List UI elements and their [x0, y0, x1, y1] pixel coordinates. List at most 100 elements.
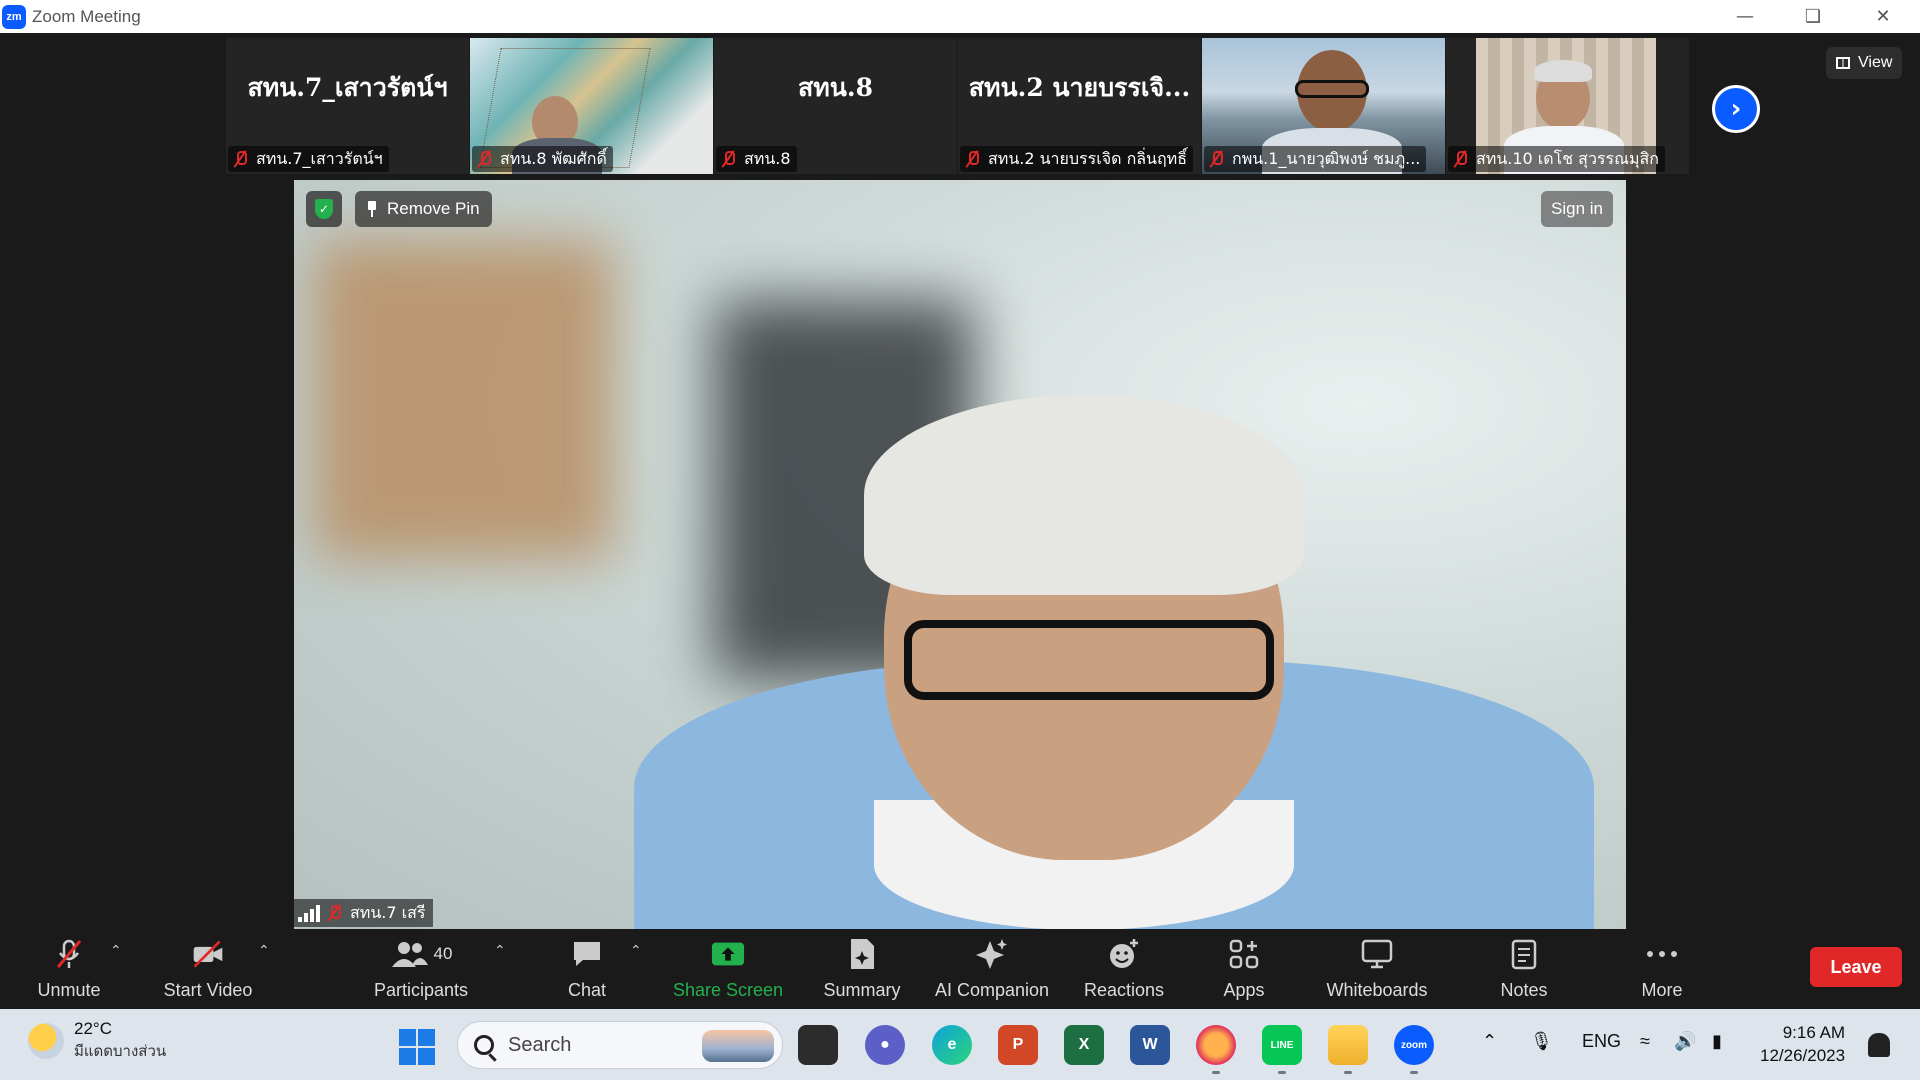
participant-tile[interactable]: สทน.8 พัฒศักดิ์	[470, 38, 714, 174]
participant-tile[interactable]: สทน.2 นายบรรเจิ... สทน.2 นายบรรเจิด กลิ่…	[958, 38, 1202, 174]
participant-display-name: สทน.2 นายบรรเจิ...	[968, 73, 1191, 102]
running-indicator	[1212, 1071, 1220, 1074]
excel-icon[interactable]: X	[1064, 1025, 1104, 1065]
chat-options-caret-icon[interactable]: ⌃	[630, 943, 642, 959]
window-title: Zoom Meeting	[32, 6, 141, 26]
restore-icon[interactable]: ❏	[1778, 0, 1848, 33]
participant-caption: สทน.7_เสาวรัตน์ฯ	[228, 146, 389, 172]
volume-icon[interactable]: 🔊	[1674, 1031, 1696, 1052]
windows-start-icon[interactable]	[399, 1029, 435, 1065]
mic-muted-icon	[232, 150, 248, 168]
teams-chat-icon[interactable]: ●	[865, 1025, 905, 1065]
participants-label: Participants	[373, 980, 469, 1000]
active-speaker-caption: สทน.7 เสรี	[294, 899, 434, 927]
word-icon[interactable]: W	[1130, 1025, 1170, 1065]
apps-label: Apps	[1223, 980, 1265, 1000]
participant-name: สทน.7_เสาวรัตน์ฯ	[256, 148, 383, 168]
mic-off-icon	[52, 937, 86, 971]
view-label: View	[1858, 54, 1893, 71]
leave-button[interactable]: Leave	[1810, 947, 1902, 987]
sparkle-icon	[975, 937, 1009, 971]
next-page-chevron-icon[interactable]: ›	[1712, 85, 1760, 133]
whiteboard-icon	[1360, 937, 1394, 971]
start-video-label: Start Video	[163, 980, 253, 1000]
gallery-grid-icon	[1836, 57, 1850, 69]
participant-caption: สทน.2 นายบรรเจิด กลิ่นฤทธิ์	[960, 146, 1193, 172]
participant-caption: สทน.8 พัฒศักดิ์	[472, 146, 613, 172]
pin-icon	[367, 201, 377, 217]
participant-display-name: สทน.7_เสาวรัตน์ฯ	[247, 73, 448, 102]
gallery-strip: สทน.7_เสาวรัตน์ฯ สทน.7_เสาวรัตน์ฯ สทน.8 …	[226, 38, 1694, 174]
battery-icon[interactable]: ▮	[1712, 1031, 1722, 1052]
audio-options-caret-icon[interactable]: ⌃	[110, 943, 122, 959]
active-speaker-video[interactable]	[294, 180, 1626, 929]
notes-button[interactable]: Notes	[1488, 929, 1560, 1009]
clock-date: 12/26/2023	[1760, 1046, 1846, 1065]
summary-label: Summary	[823, 980, 901, 1000]
more-label: More	[1641, 980, 1683, 1000]
chat-bubble-icon	[570, 937, 604, 971]
running-indicator	[1344, 1071, 1352, 1074]
shield-check-icon: ✓	[315, 199, 333, 219]
mic-muted-icon	[476, 150, 492, 168]
share-screen-icon	[711, 937, 745, 971]
file-explorer-icon[interactable]	[1328, 1025, 1368, 1065]
participant-tile[interactable]: สทน.7_เสาวรัตน์ฯ สทน.7_เสาวรัตน์ฯ	[226, 38, 470, 174]
participant-display-name: สทน.8	[798, 73, 873, 102]
notification-bell-icon[interactable]	[1868, 1033, 1890, 1057]
speaker-glasses	[904, 620, 1274, 700]
encryption-badge[interactable]: ✓	[306, 191, 342, 227]
notes-label: Notes	[1500, 980, 1548, 1000]
participants-button[interactable]: 40 Participants	[368, 929, 474, 1009]
summary-button[interactable]: Summary	[814, 929, 910, 1009]
search-highlight-image	[702, 1030, 774, 1062]
show-hidden-icons-chevron-icon[interactable]: ⌃	[1482, 1031, 1497, 1052]
share-screen-button[interactable]: Share Screen	[668, 929, 788, 1009]
firefox-icon[interactable]	[1196, 1025, 1236, 1065]
microphone-icon[interactable]: 🎙	[1530, 1031, 1553, 1052]
background-blur	[314, 240, 614, 560]
sign-in-button[interactable]: Sign in	[1541, 191, 1613, 227]
reactions-button[interactable]: Reactions	[1076, 929, 1172, 1009]
participant-tile[interactable]: สทน.8 สทน.8	[714, 38, 958, 174]
participant-caption: กพน.1_นายวุฒิพงษ์ ชมภู...	[1204, 146, 1427, 172]
input-language[interactable]: ENG	[1582, 1031, 1621, 1052]
participants-count: 40	[433, 944, 453, 963]
wifi-icon[interactable]: ≈	[1640, 1031, 1650, 1052]
notes-icon	[1507, 937, 1541, 971]
title-bar: zm Zoom Meeting — ❏ ✕	[0, 0, 1920, 33]
line-app-icon[interactable]: LINE	[1262, 1025, 1302, 1065]
close-icon[interactable]: ✕	[1848, 0, 1918, 33]
ai-companion-button[interactable]: AI Companion	[930, 929, 1054, 1009]
apps-icon	[1227, 937, 1261, 971]
video-options-caret-icon[interactable]: ⌃	[258, 943, 270, 959]
more-button[interactable]: More	[1624, 929, 1700, 1009]
remove-pin-button[interactable]: Remove Pin	[355, 191, 492, 227]
participant-name: สทน.8 พัฒศักดิ์	[500, 148, 607, 168]
mic-muted-icon	[720, 150, 736, 168]
speaker-hair	[864, 395, 1304, 595]
view-button[interactable]: View	[1826, 47, 1903, 79]
chat-button[interactable]: Chat	[552, 929, 622, 1009]
unmute-button[interactable]: Unmute	[24, 929, 114, 1009]
signal-strength-icon	[298, 904, 320, 922]
taskbar-search[interactable]: Search	[457, 1021, 783, 1069]
system-clock[interactable]: 9:16 AM 12/26/2023	[1760, 1021, 1845, 1067]
start-video-button[interactable]: Start Video	[150, 929, 266, 1009]
more-dots-icon	[1645, 937, 1679, 971]
weather-widget[interactable]: 22°C มีแดดบางส่วน	[28, 1019, 166, 1063]
participants-options-caret-icon[interactable]: ⌃	[494, 943, 506, 959]
smiley-plus-icon	[1107, 937, 1141, 971]
task-view-icon[interactable]	[798, 1025, 838, 1065]
powerpoint-icon[interactable]: P	[998, 1025, 1038, 1065]
minimize-icon[interactable]: —	[1710, 0, 1780, 33]
participant-tile[interactable]: สทน.10 เดโช สุวรรณมุสิก	[1446, 38, 1690, 174]
whiteboards-button[interactable]: Whiteboards	[1318, 929, 1436, 1009]
apps-button[interactable]: Apps	[1204, 929, 1284, 1009]
edge-browser-icon[interactable]: e	[932, 1025, 972, 1065]
share-screen-label: Share Screen	[672, 980, 784, 1000]
participant-name: สทน.2 นายบรรเจิด กลิ่นฤทธิ์	[988, 148, 1187, 168]
zoom-app-icon[interactable]: zoom	[1394, 1025, 1434, 1065]
participant-tile[interactable]: กพน.1_นายวุฒิพงษ์ ชมภู...	[1202, 38, 1446, 174]
windows-taskbar: 22°C มีแดดบางส่วน Search ● e P X W LINE …	[0, 1009, 1920, 1080]
